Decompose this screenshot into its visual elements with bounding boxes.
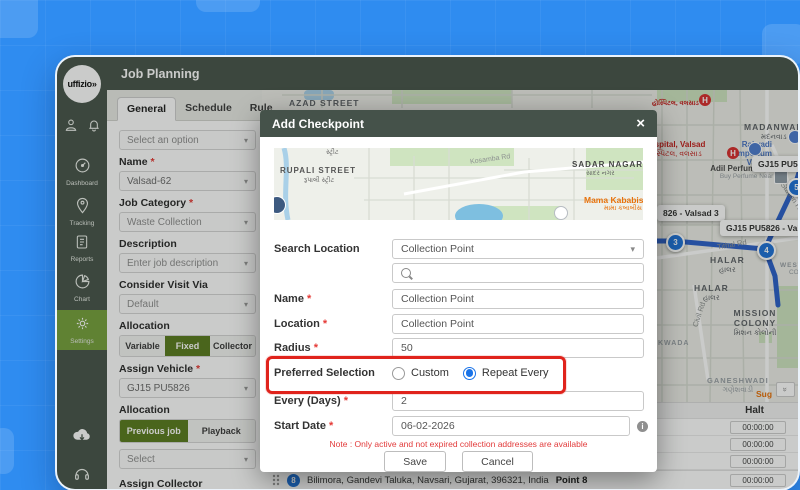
search-location-label: Search Location bbox=[274, 243, 392, 255]
start-date-row: Start Date * 06-02-2026 i bbox=[274, 416, 648, 436]
checkpoint-location-label: Location * bbox=[274, 318, 392, 330]
every-days-input[interactable]: 2 bbox=[392, 391, 644, 411]
map-label-mama-gujarati: મામા કબાબીસ bbox=[604, 205, 642, 213]
start-date-input[interactable]: 06-02-2026 bbox=[392, 416, 630, 436]
close-icon[interactable]: × bbox=[636, 116, 645, 131]
checkpoint-name-label: Name * bbox=[274, 293, 392, 305]
map-label-rupali-street: RUPALI STREET bbox=[280, 166, 356, 175]
map-label-street-gujarati: સ્ટ્રીટ bbox=[326, 149, 339, 157]
modal-header: Add Checkpoint × bbox=[260, 110, 657, 137]
cancel-button[interactable]: Cancel bbox=[462, 451, 533, 472]
radius-label: Radius * bbox=[274, 342, 392, 354]
map-label-mama-kababis: Mama Kababis bbox=[584, 195, 643, 205]
name-row: Name * Collection Point bbox=[274, 289, 644, 309]
desktop-background: AZAD STREET હોસ્પિટલ, વલસાડ H MADANWAD મ… bbox=[0, 0, 800, 490]
every-days-row: Every (Days) * 2 bbox=[274, 391, 644, 411]
chevron-down-icon: ▾ bbox=[630, 244, 635, 255]
custom-radio-label[interactable]: Custom bbox=[411, 367, 449, 379]
save-button[interactable]: Save bbox=[384, 451, 446, 472]
repeat-every-radio[interactable] bbox=[463, 367, 476, 380]
map-label-sadar-nagar: SADAR NAGAR bbox=[572, 160, 643, 169]
map-poi-icon bbox=[554, 206, 568, 220]
checkpoint-name-input[interactable]: Collection Point bbox=[392, 289, 644, 309]
add-checkpoint-modal: Add Checkpoint × સ્ટ્રીટ bbox=[260, 110, 657, 472]
search-icon bbox=[401, 268, 411, 278]
start-date-label: Start Date * bbox=[274, 420, 392, 432]
app-window: AZAD STREET હોસ્પિટલ, વલસાડ H MADANWAD મ… bbox=[55, 55, 800, 490]
background-deco-square bbox=[0, 428, 14, 474]
modal-title: Add Checkpoint bbox=[272, 117, 364, 131]
map-label-sadar-gujarati: સાદર નગર bbox=[586, 170, 615, 178]
modal-note: Note : Only active and not expired colle… bbox=[260, 439, 657, 449]
custom-radio[interactable] bbox=[392, 367, 405, 380]
every-days-label: Every (Days) * bbox=[274, 395, 392, 407]
background-deco-square bbox=[196, 0, 260, 12]
radius-input[interactable]: 50 bbox=[392, 338, 644, 358]
location-row: Location * Collection Point bbox=[274, 314, 644, 334]
modal-map-preview[interactable]: સ્ટ્રીટ RUPALI STREET રૂપાલી સ્ટ્રીટ Kos… bbox=[274, 148, 643, 220]
location-search-input[interactable] bbox=[392, 263, 644, 283]
info-icon[interactable]: i bbox=[637, 421, 648, 432]
location-search-row bbox=[274, 263, 644, 283]
preferred-selection-row: Preferred Selection Custom Repeat Every bbox=[274, 363, 563, 383]
map-label-rupali-gujarati: રૂપાલી સ્ટ્રીટ bbox=[302, 177, 336, 185]
checkpoint-location-input[interactable]: Collection Point bbox=[392, 314, 644, 334]
radius-row: Radius * 50 bbox=[274, 338, 644, 358]
repeat-every-radio-label[interactable]: Repeat Every bbox=[482, 367, 549, 379]
search-location-select[interactable]: Collection Point▾ bbox=[392, 239, 644, 259]
preferred-selection-label: Preferred Selection bbox=[274, 367, 392, 379]
background-deco-square bbox=[0, 0, 38, 38]
search-location-row: Search Location Collection Point▾ bbox=[274, 239, 644, 259]
